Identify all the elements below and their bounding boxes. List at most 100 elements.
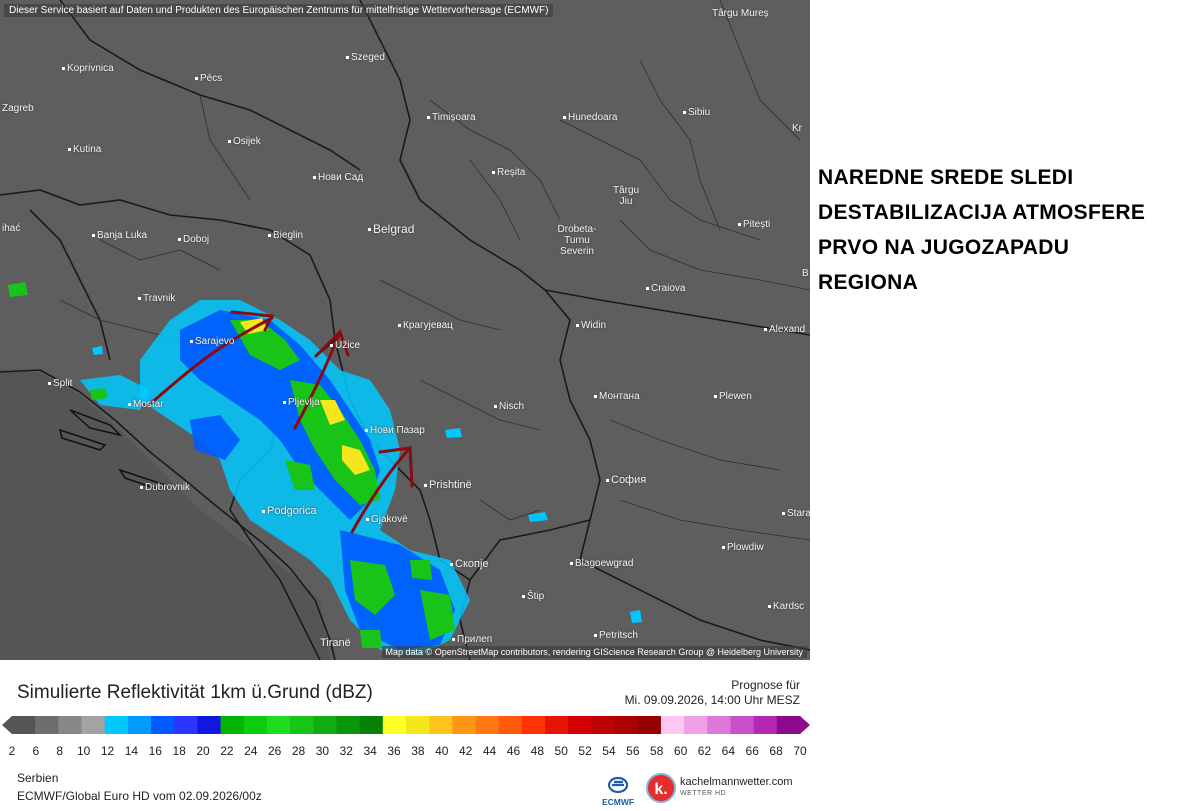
city-dot-icon bbox=[714, 394, 717, 398]
city-dot-icon bbox=[452, 637, 455, 641]
city-label: Скопје bbox=[450, 558, 489, 570]
annotation-line: DESTABILIZACIJA ATMOSFERE bbox=[818, 201, 1146, 224]
colorbar-tick-label: 68 bbox=[769, 744, 783, 758]
ecmwf-logo-icon[interactable]: ECMWF bbox=[598, 774, 638, 808]
city-label: Hunedoara bbox=[563, 112, 617, 123]
city-dot-icon bbox=[722, 545, 725, 549]
city-label: Крагујевац bbox=[398, 320, 453, 331]
city-dot-icon bbox=[140, 485, 143, 489]
colorbar-segment bbox=[266, 716, 291, 734]
city-label: Prishtinë bbox=[424, 479, 472, 491]
svg-text:ECMWF: ECMWF bbox=[602, 797, 634, 807]
city-dot-icon bbox=[782, 511, 785, 515]
city-label: Užice bbox=[330, 340, 360, 351]
colorbar-left-cap bbox=[2, 716, 12, 734]
city-dot-icon bbox=[128, 402, 131, 406]
colorbar-right-cap bbox=[800, 716, 810, 734]
city-label: Kutina bbox=[68, 144, 101, 155]
legend-panel: Simulierte Reflektivität 1km ü.Grund (dB… bbox=[0, 660, 810, 811]
map-data-credit[interactable]: Map data © OpenStreetMap contributors, r… bbox=[381, 646, 807, 658]
city-label: Petritsch bbox=[594, 630, 638, 641]
city-label: Sibiu bbox=[683, 107, 710, 118]
city-label: Szeged bbox=[346, 52, 385, 63]
colorbar-segment bbox=[452, 716, 477, 734]
city-dot-icon bbox=[563, 115, 566, 119]
colorbar-tick-label: 20 bbox=[196, 744, 210, 758]
city-dot-icon bbox=[283, 400, 286, 404]
city-dot-icon bbox=[48, 381, 51, 385]
kachelmannwetter-logo[interactable]: k. kachelmannwetter.com WETTER HD bbox=[645, 771, 793, 805]
city-label: Sarajevo bbox=[190, 336, 234, 347]
colorbar-tick-label: 44 bbox=[482, 744, 497, 758]
city-dot-icon bbox=[683, 110, 686, 114]
city-label: Timișoara bbox=[427, 112, 476, 123]
colorbar-tick-label: 40 bbox=[435, 744, 449, 758]
city-label: Târgu Jiu bbox=[612, 185, 640, 207]
colorbar-tick-label: 2 bbox=[8, 744, 16, 758]
colorbar-tick-label: 36 bbox=[387, 744, 401, 758]
city-dot-icon bbox=[738, 222, 741, 226]
city-label: Alexand bbox=[764, 324, 805, 335]
city-label: Нови Сад bbox=[313, 172, 363, 183]
city-label: ihać bbox=[2, 223, 21, 234]
forecast-datetime: Mi. 09.09.2026, 14:00 Uhr MESZ bbox=[624, 693, 800, 707]
city-label: Banja Luka bbox=[92, 230, 147, 241]
city-label: Târgu Mureș bbox=[712, 8, 769, 19]
city-dot-icon bbox=[576, 323, 579, 327]
colorbar-tick-label: 60 bbox=[673, 744, 688, 758]
colorbar-tick-label: 12 bbox=[100, 744, 115, 758]
city-label: Pljevlja bbox=[283, 397, 320, 408]
city-label: София bbox=[606, 474, 646, 486]
colorbar-tick-label: 22 bbox=[220, 744, 234, 758]
colorbar-segment bbox=[220, 716, 245, 734]
colorbar-tick-label: 66 bbox=[745, 744, 759, 758]
colorbar-segment bbox=[545, 716, 569, 734]
annotation-line: NAREDNE SREDE SLEDI bbox=[818, 166, 1074, 189]
weather-map[interactable]: Dieser Service basiert auf Daten und Pro… bbox=[0, 0, 810, 660]
colorbar-segment bbox=[684, 716, 708, 734]
ecmwf-credit: Dieser Service basiert auf Daten und Pro… bbox=[4, 4, 554, 17]
colorbar-segment bbox=[197, 716, 222, 734]
city-dot-icon bbox=[450, 562, 453, 566]
city-label: Split bbox=[48, 378, 72, 389]
city-dot-icon bbox=[228, 139, 231, 143]
colorbar-segment bbox=[243, 716, 268, 734]
city-dot-icon bbox=[346, 55, 349, 59]
colorbar-segment bbox=[151, 716, 175, 734]
city-label: Stara bbox=[782, 508, 810, 519]
colorbar-tick-label: 14 bbox=[124, 744, 139, 758]
city-label: B bbox=[802, 268, 809, 279]
city-dot-icon bbox=[768, 604, 771, 608]
city-dot-icon bbox=[313, 175, 316, 179]
city-dot-icon bbox=[330, 343, 333, 347]
colorbar-tick-label: 32 bbox=[339, 744, 353, 758]
colorbar bbox=[2, 716, 810, 734]
colorbar-segment bbox=[127, 716, 152, 734]
city-label: Štip bbox=[522, 591, 544, 602]
city-label: Reșita bbox=[492, 167, 525, 178]
colorbar-tick-label: 38 bbox=[411, 744, 425, 758]
city-label: Koprivnica bbox=[62, 63, 114, 74]
city-label: Mostar bbox=[128, 399, 164, 410]
city-label: Pécs bbox=[195, 73, 222, 84]
city-label: Osijek bbox=[228, 136, 261, 147]
colorbar-tick-label: 30 bbox=[315, 744, 330, 758]
city-label: Travnik bbox=[138, 293, 175, 304]
annotation-line: PRVO NA JUGOZAPADU bbox=[818, 236, 1070, 259]
regional-borders bbox=[59, 0, 810, 541]
colorbar-tick-label: 18 bbox=[172, 744, 186, 758]
city-label: Gjakovë bbox=[366, 514, 408, 525]
city-dot-icon bbox=[424, 483, 427, 487]
forecast-annotation: NAREDNE SREDE SLEDI DESTABILIZACIJA ATMO… bbox=[818, 160, 1198, 300]
colorbar-segment bbox=[730, 716, 755, 734]
city-label: Kr bbox=[792, 123, 802, 134]
colorbar-segment bbox=[521, 716, 546, 734]
colorbar-segment bbox=[753, 716, 778, 734]
annotation-line: REGIONA bbox=[818, 271, 919, 294]
city-label: Podgorica bbox=[262, 505, 317, 517]
city-label: Craiova bbox=[646, 283, 685, 294]
colorbar-tick-label: 28 bbox=[291, 744, 306, 758]
colorbar-segment bbox=[614, 716, 639, 734]
city-label: Blagoewgrad bbox=[570, 558, 633, 569]
colorbar-segment bbox=[498, 716, 523, 734]
